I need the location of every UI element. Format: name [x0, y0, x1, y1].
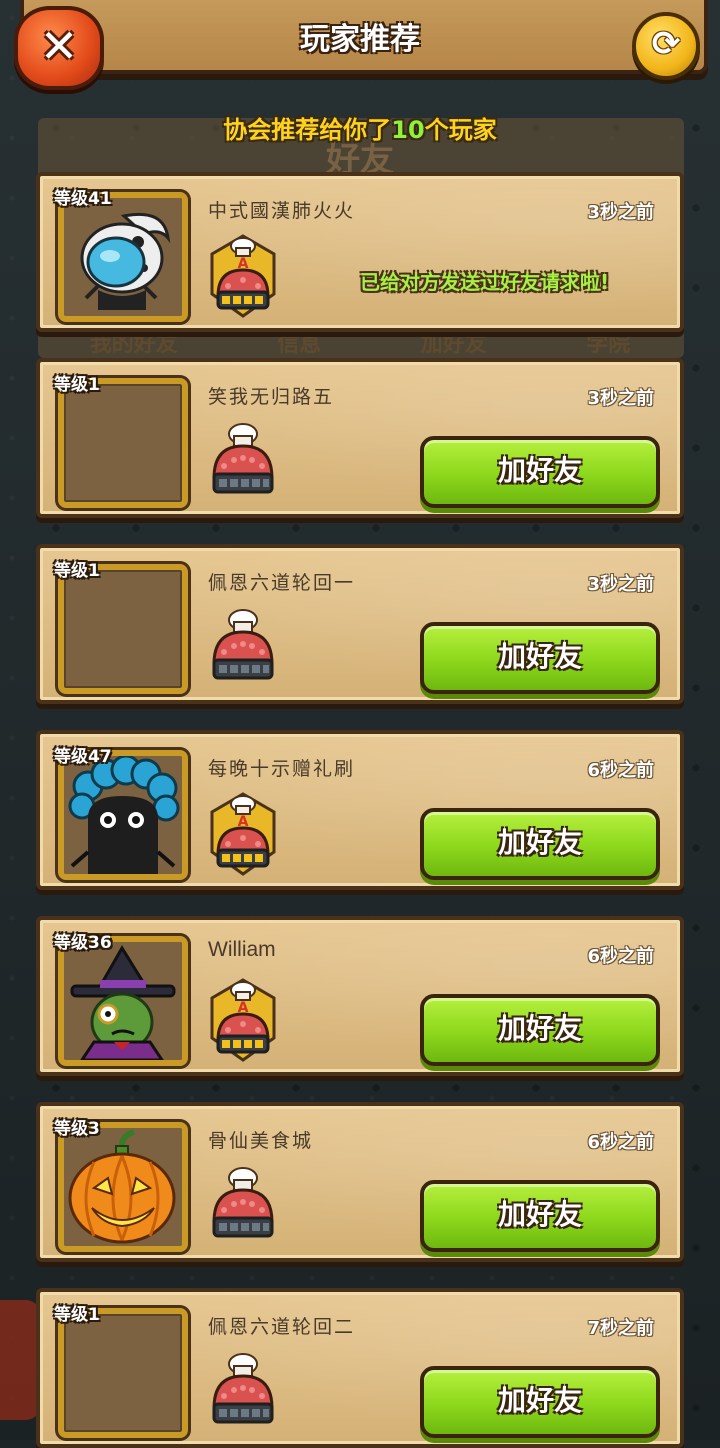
player-level: 等级41: [54, 189, 112, 209]
add-friend-button[interactable]: 加好友: [420, 1180, 660, 1252]
player-level: 等级36: [54, 933, 112, 953]
player-card-1: 等级41 中式國漢肺火火 3秒之前 已给对方发送过好友请求啦!: [36, 172, 684, 332]
player-name: 中式國漢肺火火: [208, 200, 356, 222]
chef-rank-badge-icon: [212, 1166, 274, 1238]
player-name: 笑我无归路五: [208, 386, 335, 408]
player-last-seen: 6秒之前: [587, 760, 654, 781]
player-card-4: 等级47 每晚十示赠礼刷 6秒之前 加好友: [36, 730, 684, 890]
player-level: 等级47: [54, 747, 112, 767]
side-panel-edge: [0, 1300, 40, 1420]
player-avatar-frame[interactable]: [58, 564, 188, 694]
refresh-button[interactable]: ⟳: [632, 12, 700, 80]
player-level: 等级1: [54, 561, 100, 581]
player-avatar-frame[interactable]: [58, 936, 188, 1066]
player-card-5: 等级36 William 6秒之前 加好友: [36, 916, 684, 1076]
summary-suffix: 个玩家: [424, 116, 497, 144]
summary-count: 10: [391, 116, 425, 144]
player-avatar-frame[interactable]: [58, 750, 188, 880]
summary-prefix: 协会推荐给你了: [223, 116, 392, 144]
player-avatar-frame[interactable]: [58, 1122, 188, 1252]
player-name: 佩恩六道轮回二: [208, 1316, 356, 1338]
blue-blob-avatar-icon: [64, 198, 182, 316]
player-card-2: 等级1 笑我无归路五 3秒之前 加好友: [36, 358, 684, 518]
page-title: 玩家推荐: [300, 22, 420, 57]
close-button[interactable]: ✕: [14, 6, 104, 90]
witch-hat-avatar-icon: [64, 942, 182, 1060]
player-name: William: [208, 938, 276, 961]
player-name: 骨仙美食城: [208, 1130, 314, 1152]
player-avatar-frame[interactable]: [58, 378, 188, 508]
player-name: 每晚十示赠礼刷: [208, 758, 356, 780]
chef-rank-a-badge-icon: [210, 792, 276, 876]
player-level: 等级1: [54, 375, 100, 395]
recommendation-summary: 协会推荐给你了10个玩家: [0, 110, 720, 145]
player-last-seen: 6秒之前: [587, 946, 654, 967]
close-icon: ✕: [39, 19, 79, 73]
player-level: 等级1: [54, 1305, 100, 1325]
add-friend-button[interactable]: 加好友: [420, 994, 660, 1066]
player-last-seen: 3秒之前: [587, 574, 654, 595]
player-avatar-frame[interactable]: [58, 192, 188, 322]
refresh-icon: ⟳: [651, 24, 681, 64]
chef-rank-badge-icon: [212, 1352, 274, 1424]
chef-rank-badge-icon: [212, 608, 274, 680]
player-level: 等级3: [54, 1119, 100, 1139]
player-last-seen: 3秒之前: [587, 388, 654, 409]
add-friend-button[interactable]: 加好友: [420, 808, 660, 880]
friend-request-sent-status: 已给对方发送过好友请求啦!: [360, 270, 610, 294]
chef-rank-a-badge-icon: [210, 978, 276, 1062]
add-friend-button[interactable]: 加好友: [420, 1366, 660, 1438]
player-card-3: 等级1 佩恩六道轮回一 3秒之前 加好友: [36, 544, 684, 704]
player-last-seen: 7秒之前: [587, 1318, 654, 1339]
player-name: 佩恩六道轮回一: [208, 572, 356, 594]
chef-rank-a-badge-icon: [210, 234, 276, 318]
chef-rank-badge-icon: [212, 422, 274, 494]
add-friend-button[interactable]: 加好友: [420, 436, 660, 508]
player-avatar-frame[interactable]: [58, 1308, 188, 1438]
add-friend-button[interactable]: 加好友: [420, 622, 660, 694]
player-last-seen: 6秒之前: [587, 1132, 654, 1153]
player-card-7: 等级1 佩恩六道轮回二 7秒之前 加好友: [36, 1288, 684, 1448]
player-last-seen: 3秒之前: [587, 202, 654, 223]
player-card-6: 等级3 骨仙美食城 6秒之前 加好友: [36, 1102, 684, 1262]
pumpkin-avatar-icon: [64, 1128, 182, 1246]
afro-blob-avatar-icon: [64, 756, 182, 874]
